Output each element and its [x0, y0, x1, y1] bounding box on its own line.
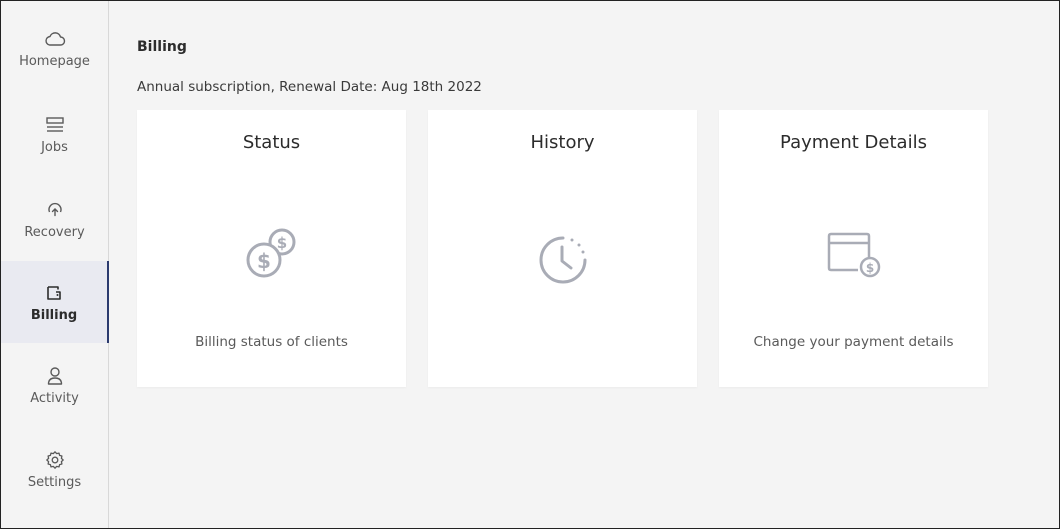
page-title: Billing [137, 39, 187, 55]
card-title: History [530, 132, 595, 153]
sidebar-item-billing[interactable]: Billing [1, 261, 109, 343]
sidebar-item-label: Homepage [19, 53, 90, 69]
history-card[interactable]: History [428, 110, 697, 387]
main-content: Billing Annual subscription, Renewal Dat… [109, 1, 1059, 528]
card-title: Payment Details [780, 132, 927, 153]
sidebar-item-label: Recovery [24, 224, 85, 240]
gear-icon [44, 449, 66, 471]
cloud-icon [44, 28, 66, 50]
sidebar-item-label: Billing [30, 307, 78, 323]
app-window: Homepage Jobs Recovery Billing Activity … [0, 0, 1060, 529]
status-card[interactable]: Status $ $ Billing status of clients [137, 110, 406, 387]
sidebar-item-label: Settings [27, 474, 82, 490]
recovery-icon [44, 199, 66, 221]
coins-icon: $ $ [240, 222, 304, 286]
sidebar-item-homepage[interactable]: Homepage [1, 7, 108, 89]
wallet-icon [43, 282, 65, 304]
card-description: Billing status of clients [195, 334, 348, 350]
jobs-icon [44, 114, 66, 136]
sidebar-item-label: Activity [30, 390, 79, 406]
card-description: Change your payment details [753, 334, 954, 350]
sidebar-item-activity[interactable]: Activity [1, 344, 108, 426]
credit-card-icon: $ [822, 222, 886, 286]
user-icon [44, 365, 66, 387]
card-title: Status [242, 132, 301, 153]
sidebar: Homepage Jobs Recovery Billing Activity … [1, 1, 109, 528]
subscription-info: Annual subscription, Renewal Date: Aug 1… [137, 79, 482, 95]
sidebar-item-jobs[interactable]: Jobs [1, 93, 108, 175]
sidebar-item-label: Jobs [41, 139, 68, 155]
history-clock-icon [531, 228, 595, 292]
payment-details-card[interactable]: Payment Details $ Change your payment de… [719, 110, 988, 387]
svg-text:$: $ [257, 249, 271, 273]
svg-text:$: $ [276, 234, 286, 252]
sidebar-item-settings[interactable]: Settings [1, 428, 108, 510]
svg-text:$: $ [865, 261, 873, 275]
sidebar-item-recovery[interactable]: Recovery [1, 178, 108, 260]
